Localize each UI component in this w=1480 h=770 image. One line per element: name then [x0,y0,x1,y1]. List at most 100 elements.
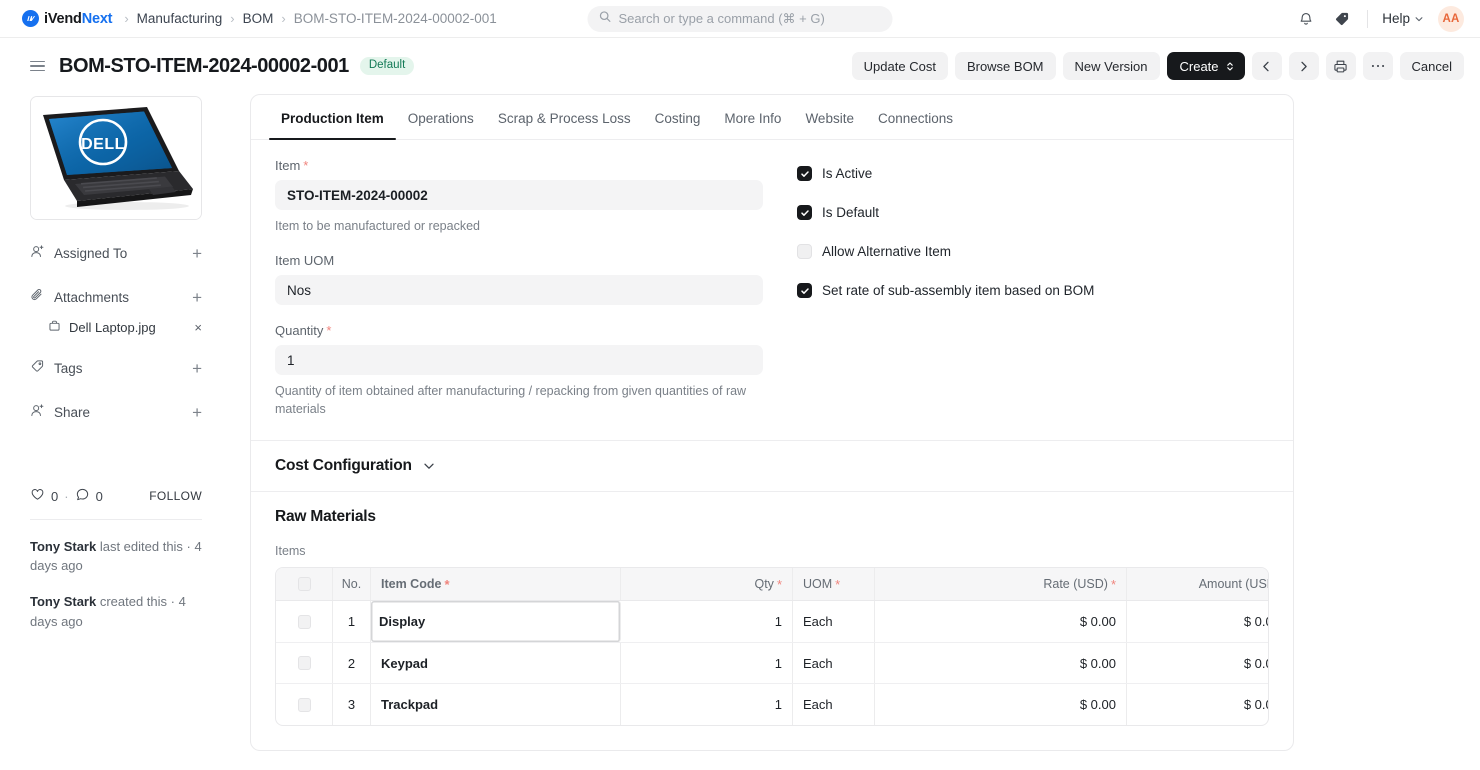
column-header-rate: Rate (USD) * [875,568,1127,601]
header-text: Rate (USD) [1043,577,1108,592]
tab-website[interactable]: Website [793,95,866,139]
cell-qty[interactable]: 1 [621,601,793,642]
field-quantity: Quantity * 1 Quantity of item obtained a… [275,323,763,418]
cell-item-code[interactable]: Keypad [371,642,621,684]
label-text: Item UOM [275,253,335,269]
cost-configuration-section-toggle[interactable]: Cost Configuration [251,440,1293,491]
cell-uom[interactable]: Each [793,684,875,725]
checkbox-allow-alternative-item[interactable]: Allow Alternative Item [797,244,1269,259]
sidebar-item-attachments[interactable]: Attachments + [30,286,202,308]
page-title: BOM-STO-ITEM-2024-00002-001 [59,54,349,77]
tab-operations[interactable]: Operations [396,95,486,139]
bell-icon[interactable] [1295,8,1317,30]
remove-attachment-button[interactable]: × [194,320,202,335]
header-text: Item Code [381,577,442,592]
add-share-button[interactable]: + [192,404,202,421]
cell-rate[interactable]: $ 0.00 [875,684,1127,725]
breadcrumb-item-bom[interactable]: BOM [243,11,274,26]
cell-uom[interactable]: Each [793,601,875,642]
tab-more-info[interactable]: More Info [712,95,793,139]
table-row[interactable]: 3 Trackpad 1 Each $ 0.00 $ 0.00 [276,684,1268,725]
raw-materials-title: Raw Materials [275,508,376,526]
cost-configuration-title: Cost Configuration [275,457,412,475]
sidebar-item-label: Share [54,404,91,420]
cell-rate[interactable]: $ 0.00 [875,642,1127,684]
tab-connections[interactable]: Connections [866,95,965,139]
cell-item-code[interactable]: Display [371,601,621,642]
column-header-qty: Qty * [621,568,793,601]
row-checkbox[interactable] [297,614,311,629]
row-checkbox[interactable] [297,697,311,712]
breadcrumb: › Manufacturing › BOM › BOM-STO-ITEM-202… [124,11,496,26]
follow-button[interactable]: FOLLOW [149,489,202,503]
chevron-left-icon [1263,61,1269,71]
share-user-icon [30,403,45,421]
checkbox-is-default[interactable]: Is Default [797,205,1269,220]
select-all-header [276,568,333,601]
cell-uom[interactable]: Each [793,642,875,684]
create-button[interactable]: Create [1166,52,1245,80]
brand-logo[interactable]: iVendNext [22,10,113,27]
sidebar-item-assigned-to[interactable]: Assigned To + [30,242,202,264]
breadcrumb-item-manufacturing[interactable]: Manufacturing [137,11,223,26]
raw-materials-table: No. Item Code * Qty * UOM * Rate (USD) *… [275,567,1269,726]
meta-last-edited: Tony Stark last edited this · 4 days ago [30,537,206,575]
table-row[interactable]: 1 Display 1 Each $ 0.00 $ 0.00 [276,601,1268,643]
add-assignee-button[interactable]: + [192,245,202,262]
table-body: 1 Display 1 Each $ 0.00 $ 0.00 [276,601,1268,725]
main-content: Production Item Operations Scrap & Proce… [226,94,1464,751]
social-bar: 0 · 0 FOLLOW [30,487,202,505]
select-all-checkbox[interactable] [297,577,311,592]
paperclip-icon [30,288,45,306]
social-separator: · [64,488,69,504]
attachment-list-item[interactable]: Dell Laptop.jpg × [48,319,202,335]
avatar[interactable]: AA [1438,5,1464,32]
update-cost-button[interactable]: Update Cost [851,52,948,80]
more-options-button[interactable] [1362,52,1393,80]
tag-icon[interactable] [1331,8,1353,30]
quantity-input[interactable]: 1 [275,345,763,376]
add-attachment-button[interactable]: + [192,289,202,306]
checkbox-set-rate-sub-assembly[interactable]: Set rate of sub-assembly item based on B… [797,283,1269,298]
breadcrumb-item-current: BOM-STO-ITEM-2024-00002-001 [293,11,497,26]
sidebar-item-share[interactable]: Share + [30,401,202,423]
heart-icon[interactable] [30,487,45,505]
svg-text:DELL: DELL [81,136,125,153]
sidebar-item-tags[interactable]: Tags + [30,357,202,379]
cell-item-code[interactable]: Trackpad [371,684,621,725]
prev-button[interactable] [1251,52,1282,80]
tab-costing[interactable]: Costing [643,95,713,139]
meta-user: Tony Stark [30,539,97,554]
cell-rate[interactable]: $ 0.00 [875,601,1127,642]
help-menu[interactable]: Help [1382,11,1424,26]
tab-scrap-process-loss[interactable]: Scrap & Process Loss [486,95,643,139]
comment-icon[interactable] [75,487,90,505]
required-marker: * [444,576,450,592]
checkbox-is-active[interactable]: Is Active [797,166,1269,181]
navbar-right-group: Help AA [1295,5,1464,32]
product-thumbnail[interactable]: DELL [30,96,202,220]
cell-qty[interactable]: 1 [621,684,793,725]
column-header-amount: Amount (USD) [1127,568,1268,600]
print-button[interactable] [1325,52,1356,80]
checkbox-label: Allow Alternative Item [822,244,952,259]
browse-bom-button[interactable]: Browse BOM [954,52,1056,80]
table-row[interactable]: 2 Keypad 1 Each $ 0.00 $ 0.00 [276,642,1268,685]
next-button[interactable] [1288,52,1319,80]
search-input[interactable] [618,11,882,26]
top-navbar: iVendNext › Manufacturing › BOM › BOM-ST… [0,0,1480,38]
checkbox-label: Is Default [822,205,880,220]
required-marker: * [1110,576,1116,592]
cancel-button[interactable]: Cancel [1399,52,1464,80]
meta-user: Tony Stark [30,594,97,610]
row-checkbox[interactable] [297,656,311,671]
tab-production-item[interactable]: Production Item [269,95,396,140]
new-version-button[interactable]: New Version [1062,52,1160,80]
hamburger-icon[interactable] [30,60,45,72]
search-bar[interactable] [587,5,893,32]
item-uom-input[interactable]: Nos [275,275,763,306]
add-tag-button[interactable]: + [192,360,202,377]
header-actions: Update Cost Browse BOM New Version Creat… [851,52,1464,80]
cell-qty[interactable]: 1 [621,642,793,684]
item-input[interactable]: STO-ITEM-2024-00002 [275,180,763,210]
